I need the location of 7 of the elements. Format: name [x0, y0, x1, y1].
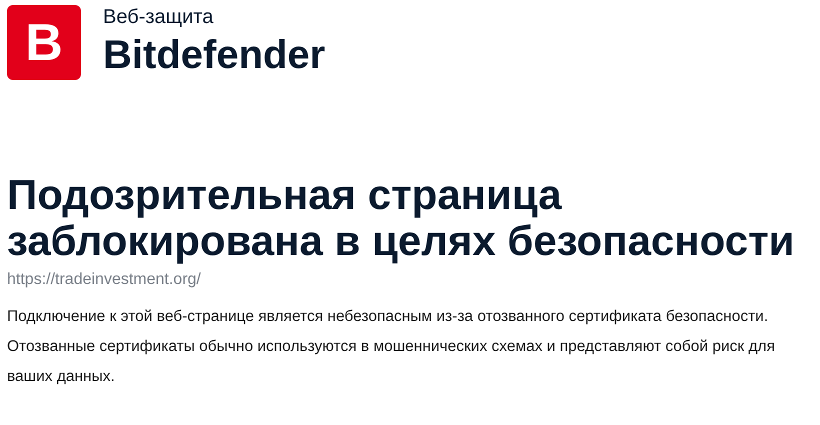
product-name: Веб-защита	[103, 5, 214, 30]
logo-icon: B	[7, 5, 81, 80]
page-heading: Подозрительная страница заблокирована в целях безопасности	[7, 172, 796, 264]
brand-name: Bitdefender	[103, 32, 326, 79]
message-paragraph: Подключение к этой веб-странице является небезопасным из-за отозванного сертификата безопасности.	[7, 307, 770, 327]
message-paragraph: Отозванные сертификаты обычно используются в мошеннических схемах и представляют собой риск для ваших данных.	[7, 337, 776, 387]
blocked-url: https://tradeinvestment.org/	[7, 270, 202, 290]
